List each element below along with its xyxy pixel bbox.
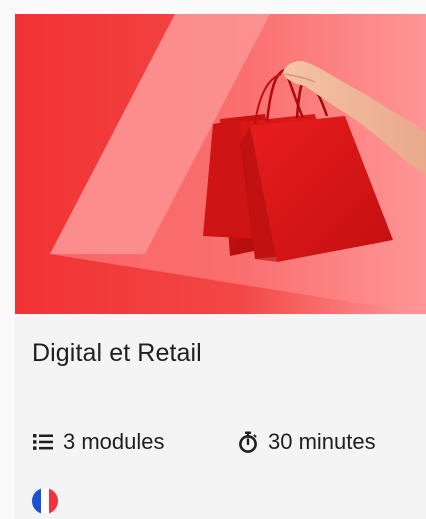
stopwatch-icon <box>237 431 259 453</box>
list-icon <box>32 431 54 453</box>
modules-label: 3 modules <box>63 429 165 454</box>
course-card[interactable]: Digital et Retail 3 modules 30 minutes <box>15 14 426 519</box>
course-image <box>15 14 426 314</box>
duration-label: 30 minutes <box>268 429 376 454</box>
modules-count: 3 modules <box>32 429 165 455</box>
course-title: Digital et Retail <box>32 339 202 367</box>
course-duration: 30 minutes <box>237 429 376 455</box>
flag-france-icon <box>32 488 58 514</box>
